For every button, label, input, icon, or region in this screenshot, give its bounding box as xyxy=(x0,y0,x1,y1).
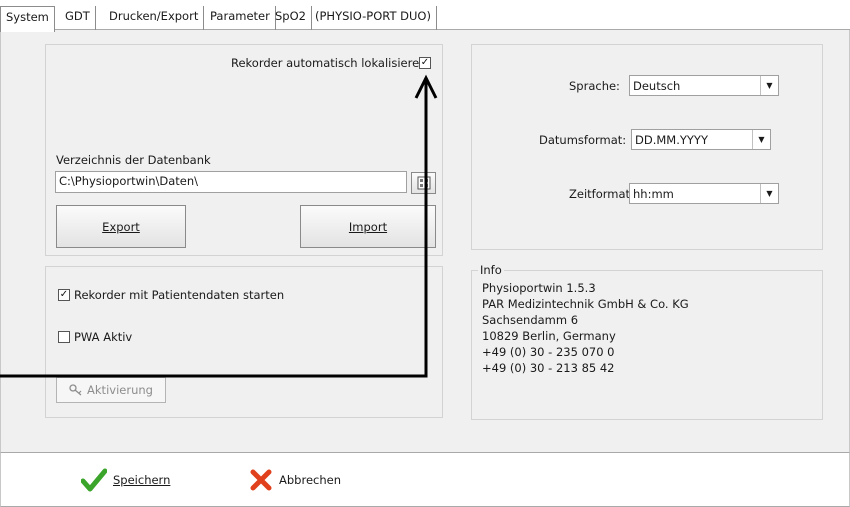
tab-system[interactable]: System xyxy=(0,6,55,32)
language-select[interactable]: Deutsch ▼ xyxy=(629,75,779,96)
chevron-down-icon[interactable]: ▼ xyxy=(760,76,778,95)
date-format-value: DD.MM.YYYY xyxy=(635,133,708,147)
info-group: Info Physioportwin 1.5.3 PAR Medizintech… xyxy=(471,263,823,420)
info-title: Info xyxy=(478,263,504,277)
tab-bar: System GDT Drucken/Export Parameter SpO2… xyxy=(0,0,850,32)
import-button[interactable]: Import xyxy=(300,205,436,248)
folder-browse-icon xyxy=(417,176,430,190)
info-line: Physioportwin 1.5.3 xyxy=(482,281,596,295)
close-icon xyxy=(250,469,272,491)
checkmark-icon xyxy=(81,468,107,492)
tab-label: System xyxy=(6,10,49,24)
time-format-select[interactable]: hh:mm ▼ xyxy=(629,183,779,204)
tab-label: Drucken/Export xyxy=(109,9,199,23)
info-line: +49 (0) 30 - 213 85 42 xyxy=(482,361,615,375)
cancel-button[interactable]: Abbrechen xyxy=(249,465,341,495)
save-label: Speichern xyxy=(113,473,171,487)
tab-spo2[interactable]: SpO2 xyxy=(270,6,312,30)
options-group: ✓ Rekorder mit Patientendaten starten PW… xyxy=(45,266,443,418)
language-label: Sprache: xyxy=(569,79,620,93)
pwa-active-checkbox[interactable] xyxy=(58,331,70,343)
save-button[interactable]: Speichern xyxy=(81,465,170,495)
start-with-patient-label: Rekorder mit Patientendaten starten xyxy=(74,288,285,302)
date-format-select[interactable]: DD.MM.YYYY ▼ xyxy=(631,129,771,150)
tab-label: SpO2 xyxy=(275,9,306,23)
footer-bar: Speichern Abbrechen xyxy=(0,452,850,507)
auto-locate-checkbox[interactable]: ✓ xyxy=(419,57,431,69)
info-line: +49 (0) 30 - 235 070 0 xyxy=(482,345,615,359)
tab-label: Parameter xyxy=(210,9,270,23)
activation-button[interactable]: Aktivierung xyxy=(56,377,166,403)
auto-locate-label: Rekorder automatisch lokalisieren xyxy=(231,56,427,70)
pwa-active-label: PWA Aktiv xyxy=(74,330,133,344)
cancel-label: Abbrechen xyxy=(279,473,341,487)
time-format-label: Zeitformat: xyxy=(569,187,634,201)
import-label: Import xyxy=(348,219,388,234)
database-dir-input[interactable]: C:\Physioportwin\Daten\ xyxy=(55,171,407,193)
format-settings-group: Sprache: Deutsch ▼ Datumsformat: DD.MM.Y… xyxy=(471,44,823,250)
browse-folder-button[interactable] xyxy=(411,172,436,194)
language-value: Deutsch xyxy=(633,79,681,93)
chevron-down-icon[interactable]: ▼ xyxy=(752,130,770,149)
system-tab-panel: Rekorder automatisch lokalisieren ✓ Verz… xyxy=(0,30,850,452)
database-dir-label: Verzeichnis der Datenbank xyxy=(56,153,211,167)
tab-physio-port-duo[interactable]: (PHYSIO-PORT DUO) xyxy=(310,6,437,30)
tab-label: (PHYSIO-PORT DUO) xyxy=(315,9,431,23)
key-icon xyxy=(69,384,82,396)
database-group: Rekorder automatisch lokalisieren ✓ Verz… xyxy=(45,44,443,256)
export-button[interactable]: Export xyxy=(56,205,186,248)
export-label: Export xyxy=(102,219,140,234)
info-line: 10829 Berlin, Germany xyxy=(482,329,616,343)
info-line: PAR Medizintechnik GmbH & Co. KG xyxy=(482,297,689,311)
info-line: Sachsendamm 6 xyxy=(482,313,579,327)
activation-label: Aktivierung xyxy=(87,383,153,397)
tab-gdt[interactable]: GDT xyxy=(60,6,96,30)
tab-drucken-export[interactable]: Drucken/Export xyxy=(104,6,205,30)
time-format-value: hh:mm xyxy=(633,187,674,201)
tab-parameter[interactable]: Parameter xyxy=(205,6,276,30)
date-format-label: Datumsformat: xyxy=(539,133,627,147)
chevron-down-icon[interactable]: ▼ xyxy=(760,184,778,203)
start-with-patient-checkbox[interactable]: ✓ xyxy=(58,289,70,301)
tab-label: GDT xyxy=(65,9,90,23)
